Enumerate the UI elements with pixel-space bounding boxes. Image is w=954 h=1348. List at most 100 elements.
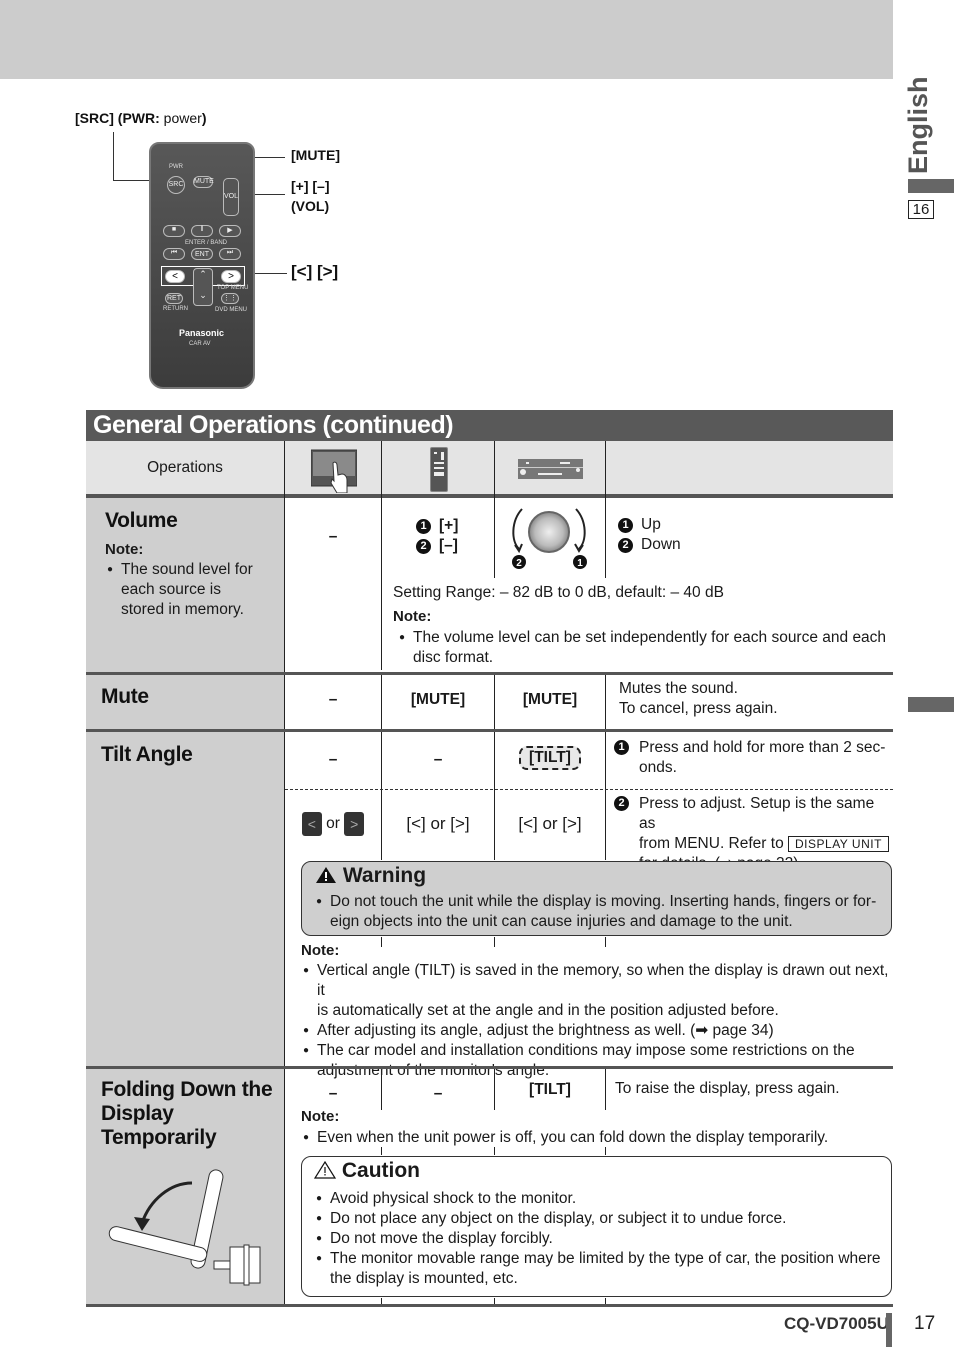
note-line: Vertical angle (TILT) is saved in the me… [301,961,893,1001]
folding-remote-value: – [433,1085,443,1102]
play-button: ▶ [219,225,241,237]
column-divider [605,675,606,729]
note-line: stored in memory. [121,601,244,618]
tilt-touch-value: – [328,751,338,768]
arrow-keys-callout: [<] [>] [291,262,339,281]
column-divider [494,441,495,578]
top-menu-text: TOP MENU [217,285,249,291]
volume-setting-range: Setting Range: – 82 dB to 0 dB, default:… [393,584,724,601]
column-divider [381,578,382,670]
ent-button: ENT [191,248,213,260]
note-line: After adjusting its angle, adjust the br… [301,1021,893,1041]
volume-desc-up: 1 Up [618,515,661,535]
number-1-icon: 1 [416,519,431,534]
tilt-unit-arrows: [<] or [>] [518,814,582,833]
remote-control-illustration: PWR SRC MUTE VOL ■ ‖ ▶ ENTER / BAND ⏮ EN… [149,142,255,389]
row-divider [86,729,893,732]
folding-note-label: Note: [301,1108,340,1125]
desc-line: To cancel, press again. [619,700,778,717]
mute-callout: [MUTE] [291,147,340,163]
table-bottom-rule [86,1304,893,1307]
folding-title: Folding Down the Display Temporarily [101,1078,273,1150]
src-callout: [SRC] (PWR: power) [75,110,206,126]
stop-button: ■ [163,225,185,237]
desc-line: Press to adjust. Setup is the same as [639,795,875,832]
caution-item: Avoid physical shock to the monitor. [314,1189,889,1209]
dashed-divider [285,789,893,790]
section-page-number: 16 [908,200,934,219]
right-arrow-key-icon: > [344,812,365,836]
warning-triangle-icon [316,867,336,883]
note-line: The volume level can be set independentl… [397,628,887,648]
warning-title: Warning [342,864,427,887]
pwr-text: PWR [169,164,183,170]
column-tick [494,1147,495,1155]
mute-button: MUTE [193,176,214,188]
row-divider [86,672,893,675]
volume-remote-down: 2 [–] [416,536,458,556]
vol-label-callout: (VOL) [291,198,330,214]
tilt-key: [TILT] [519,746,581,770]
caution-triangle-icon [313,1160,337,1179]
tilt-remote-value: – [433,751,443,768]
caution-box: Caution Avoid physical shock to the moni… [301,1156,892,1297]
model-number: CQ-VD7005U [784,1314,889,1333]
volume-note2-label: Note: [393,608,432,625]
pause-button: ‖ [191,225,213,237]
display-unit-reference: DISPLAY UNIT [788,836,889,852]
page-number: 17 [914,1313,936,1334]
language-label: English [903,76,933,174]
caution-item-cont: the display is mounted, etc. [330,1270,518,1287]
title-line: Temporarily [101,1126,217,1149]
desc-line: onds. [639,759,677,776]
caution-header: Caution [313,1159,420,1183]
column-tick [494,937,495,947]
operations-header: Operations [86,459,284,477]
volume-note-label: Note: [105,541,144,558]
volume-note: The sound level for each source is store… [105,560,280,620]
src-key-label: [SRC] [75,110,114,126]
brand-logo: Panasonic [179,328,225,338]
minus-key: [–] [439,537,458,554]
language-tab: English [903,76,937,178]
tilt-note-label: Note: [301,942,340,959]
paren-close: ) [201,110,207,126]
row-divider [86,1066,893,1069]
section-title: General Operations (continued) [86,410,893,441]
column-divider [605,1069,606,1110]
left-arrow-key-icon: < [301,812,322,836]
warning-box: Warning Do not touch the unit while the … [301,861,892,936]
folding-desc: To raise the display, press again. [615,1080,840,1097]
number-2-icon: 2 [416,539,431,554]
number-2-icon: 2 [614,796,629,811]
folding-unit-value: [TILT] [529,1081,571,1098]
volume-title: Volume [105,509,178,532]
remote-control-icon [430,447,448,492]
caution-list: Avoid physical shock to the monitor. Do … [314,1189,889,1289]
warning-line: Do not touch the unit while the display … [314,892,889,912]
title-line: Display [101,1102,174,1125]
plus-key: [+] [439,517,459,534]
prev-button: ⏮ [163,248,185,260]
or-text: or [326,815,340,833]
down-text: Down [641,536,681,553]
volume-note2: The volume level can be set independentl… [397,628,887,668]
tilt-remote-arrows: [<] or [>] [406,814,470,833]
desc-line: Press and hold for more than 2 sec- [639,739,886,756]
folding-touch-value: – [328,1085,338,1102]
number-2-icon: 2 [618,538,633,553]
return-text: RETURN [163,306,188,312]
tilt-touch-arrows: < or > [285,812,381,836]
note-line: Even when the unit power is off, you can… [301,1128,891,1148]
brand-subtitle: CAR AV [189,341,211,347]
vol-keys-callout: [+] [–] [291,178,330,194]
side-index-marker [908,697,954,712]
language-tab-bar [908,179,954,193]
mute-title: Mute [101,685,149,708]
caution-item: The monitor movable range may be limited… [314,1249,889,1269]
note-line: The sound level for [105,560,280,580]
up-text: Up [641,516,661,533]
mute-unit-value: [MUTE] [522,691,578,708]
column-divider [284,441,285,1306]
footer-bar [886,1313,892,1347]
